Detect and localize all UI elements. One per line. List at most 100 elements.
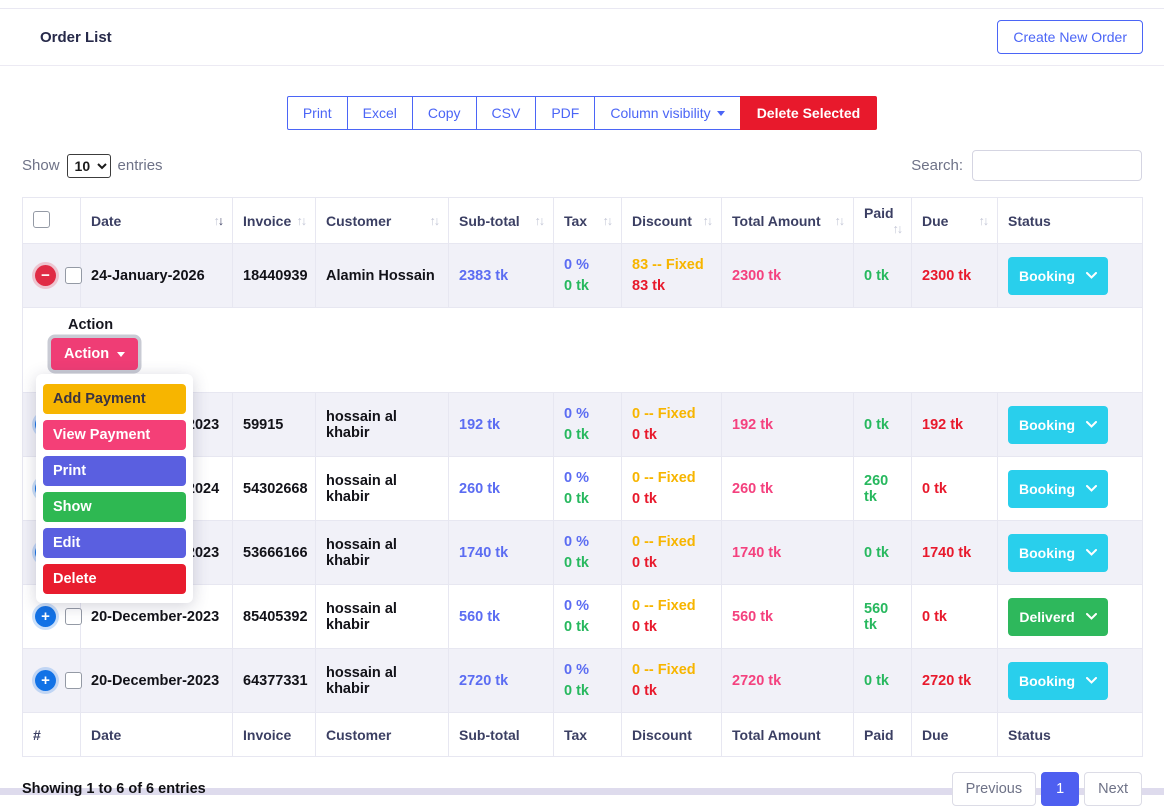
sort-desc-icon: ↓	[982, 213, 989, 228]
order-total: 192 tk	[732, 416, 774, 433]
column-header-sub-total[interactable]: Sub-total ↑↓	[448, 197, 554, 244]
sort-icon: ↑↓	[703, 213, 714, 228]
order-subtotal-cell: 192 tk	[448, 392, 554, 457]
status-label: Booking	[1019, 416, 1075, 433]
order-subtotal: 2383 tk	[459, 267, 509, 284]
export-excel-button[interactable]: Excel	[346, 96, 413, 130]
export-pdf-button[interactable]: PDF	[535, 96, 596, 130]
chevron-down-icon	[1086, 549, 1097, 556]
order-paid-cell: 0 tk	[853, 243, 912, 308]
column-header-total-amount[interactable]: Total Amount ↑↓	[721, 197, 854, 244]
order-date: 24-January-2026	[91, 267, 205, 284]
create-new-order-button[interactable]: Create New Order	[997, 20, 1143, 54]
sort-desc-icon: ↓	[606, 213, 613, 228]
status-select-button[interactable]: Deliverd	[1008, 597, 1108, 636]
order-invoice: 54302668	[243, 480, 308, 497]
order-status-cell: Booking	[997, 392, 1143, 457]
order-tax-cell: 0 % 0 tk	[553, 584, 622, 649]
order-paid: 0 tk	[864, 544, 889, 561]
footer-header-sub-total: Sub-total	[448, 712, 554, 757]
status-select-button[interactable]: Booking	[1008, 661, 1108, 700]
action-dropdown-button[interactable]: Action	[51, 338, 139, 370]
order-subtotal-cell: 260 tk	[448, 456, 554, 521]
menu-item-print[interactable]: Print	[43, 456, 186, 486]
order-customer: hossain al khabir	[326, 536, 397, 569]
search-input[interactable]	[972, 150, 1142, 181]
menu-item-show[interactable]: Show	[43, 492, 186, 522]
page-size-select[interactable]: 10	[66, 153, 111, 178]
column-header-paid[interactable]: Paid ↑↓	[853, 197, 912, 244]
sort-desc-icon: ↓	[300, 213, 307, 228]
bottom-bar: Showing 1 to 6 of 6 entries Previous 1 N…	[0, 772, 1164, 806]
discount-amount: 0 tk	[632, 683, 657, 699]
order-customer-cell: Alamin Hossain	[315, 243, 449, 308]
column-visibility-button[interactable]: Column visibility	[594, 96, 741, 130]
order-total-cell: 2720 tk	[721, 648, 854, 713]
tax-percent: 0 %	[564, 470, 589, 486]
order-paid: 0 tk	[864, 267, 889, 284]
tax-amount: 0 tk	[564, 555, 589, 571]
export-button-group: Print Excel Copy CSV PDF Column visibility Del…	[286, 96, 878, 130]
menu-item-edit[interactable]: Edit	[43, 528, 186, 558]
order-paid: 0 tk	[864, 416, 889, 433]
order-status-cell: Booking	[997, 648, 1143, 713]
menu-item-add-payment[interactable]: Add Payment	[43, 384, 186, 414]
column-header-tax[interactable]: Tax ↑↓	[553, 197, 622, 244]
discount-type: 0 -- Fixed	[632, 406, 696, 422]
order-status-cell: Booking	[997, 243, 1143, 308]
order-subtotal-cell: 1740 tk	[448, 520, 554, 585]
export-copy-button[interactable]: Copy	[411, 96, 477, 130]
previous-page-button[interactable]: Previous	[951, 772, 1037, 806]
export-csv-button[interactable]: CSV	[475, 96, 537, 130]
column-header-due[interactable]: Due ↑↓	[911, 197, 998, 244]
select-all-checkbox[interactable]	[33, 210, 50, 228]
order-discount: 0 -- Fixed 0 tk	[632, 653, 711, 708]
order-tax: 0 % 0 tk	[564, 525, 611, 580]
delete-selected-button[interactable]: Delete Selected	[739, 96, 878, 130]
chevron-down-icon	[1086, 485, 1097, 492]
order-subtotal: 192 tk	[459, 416, 501, 433]
row-checkbox[interactable]	[65, 672, 82, 689]
status-select-button[interactable]: Booking	[1008, 405, 1108, 444]
order-customer-cell: hossain al khabir	[315, 520, 449, 585]
order-due-cell: 2720 tk	[911, 648, 998, 713]
column-header-discount[interactable]: Discount ↑↓	[621, 197, 722, 244]
column-header-customer[interactable]: Customer ↑↓	[315, 197, 449, 244]
row-checkbox[interactable]	[65, 267, 82, 284]
order-subtotal-cell: 560 tk	[448, 584, 554, 649]
collapse-row-icon[interactable]: −	[35, 265, 56, 286]
export-print-button[interactable]: Print	[286, 96, 348, 130]
column-header-date[interactable]: Date ↑↓	[80, 197, 233, 244]
column-header-invoice[interactable]: Invoice ↑↓	[232, 197, 316, 244]
order-invoice-cell: 59915	[232, 392, 316, 457]
discount-amount: 0 tk	[632, 555, 657, 571]
order-total: 2720 tk	[732, 672, 782, 689]
chevron-down-icon	[1086, 421, 1097, 428]
order-discount: 83 -- Fixed 83 tk	[632, 248, 711, 303]
order-discount-cell: 83 -- Fixed 83 tk	[621, 243, 722, 308]
chevron-down-icon	[1086, 272, 1097, 279]
status-select-button[interactable]: Booking	[1008, 533, 1108, 572]
next-page-button[interactable]: Next	[1084, 772, 1142, 806]
page-1-button[interactable]: 1	[1041, 772, 1080, 806]
sort-icon: ↑↓	[603, 213, 614, 228]
status-select-button[interactable]: Booking	[1008, 256, 1108, 295]
sort-desc-icon: ↓	[706, 213, 713, 228]
footer-header-row: # Date Invoice Customer Sub-total Tax Discount…	[22, 712, 1143, 757]
expand-row-icon[interactable]: +	[35, 670, 56, 691]
showing-entries-text: Showing 1 to 6 of 6 entries	[22, 781, 206, 797]
order-paid: 260 tk	[864, 472, 889, 505]
order-subtotal: 1740 tk	[459, 544, 509, 561]
tax-percent: 0 %	[564, 598, 589, 614]
action-dropdown-menu: Add Payment View Payment Print Show Edit Dele…	[36, 374, 193, 603]
row-checkbox[interactable]	[65, 608, 82, 625]
order-subtotal: 560 tk	[459, 608, 501, 625]
expand-row-icon[interactable]: +	[35, 606, 56, 627]
status-select-button[interactable]: Booking	[1008, 469, 1108, 508]
menu-item-delete[interactable]: Delete	[43, 564, 186, 594]
menu-item-view-payment[interactable]: View Payment	[43, 420, 186, 450]
sort-desc-icon: ↓	[433, 213, 440, 228]
order-tax-cell: 0 % 0 tk	[553, 648, 622, 713]
order-total: 2300 tk	[732, 267, 782, 284]
chevron-down-icon	[1086, 677, 1097, 684]
